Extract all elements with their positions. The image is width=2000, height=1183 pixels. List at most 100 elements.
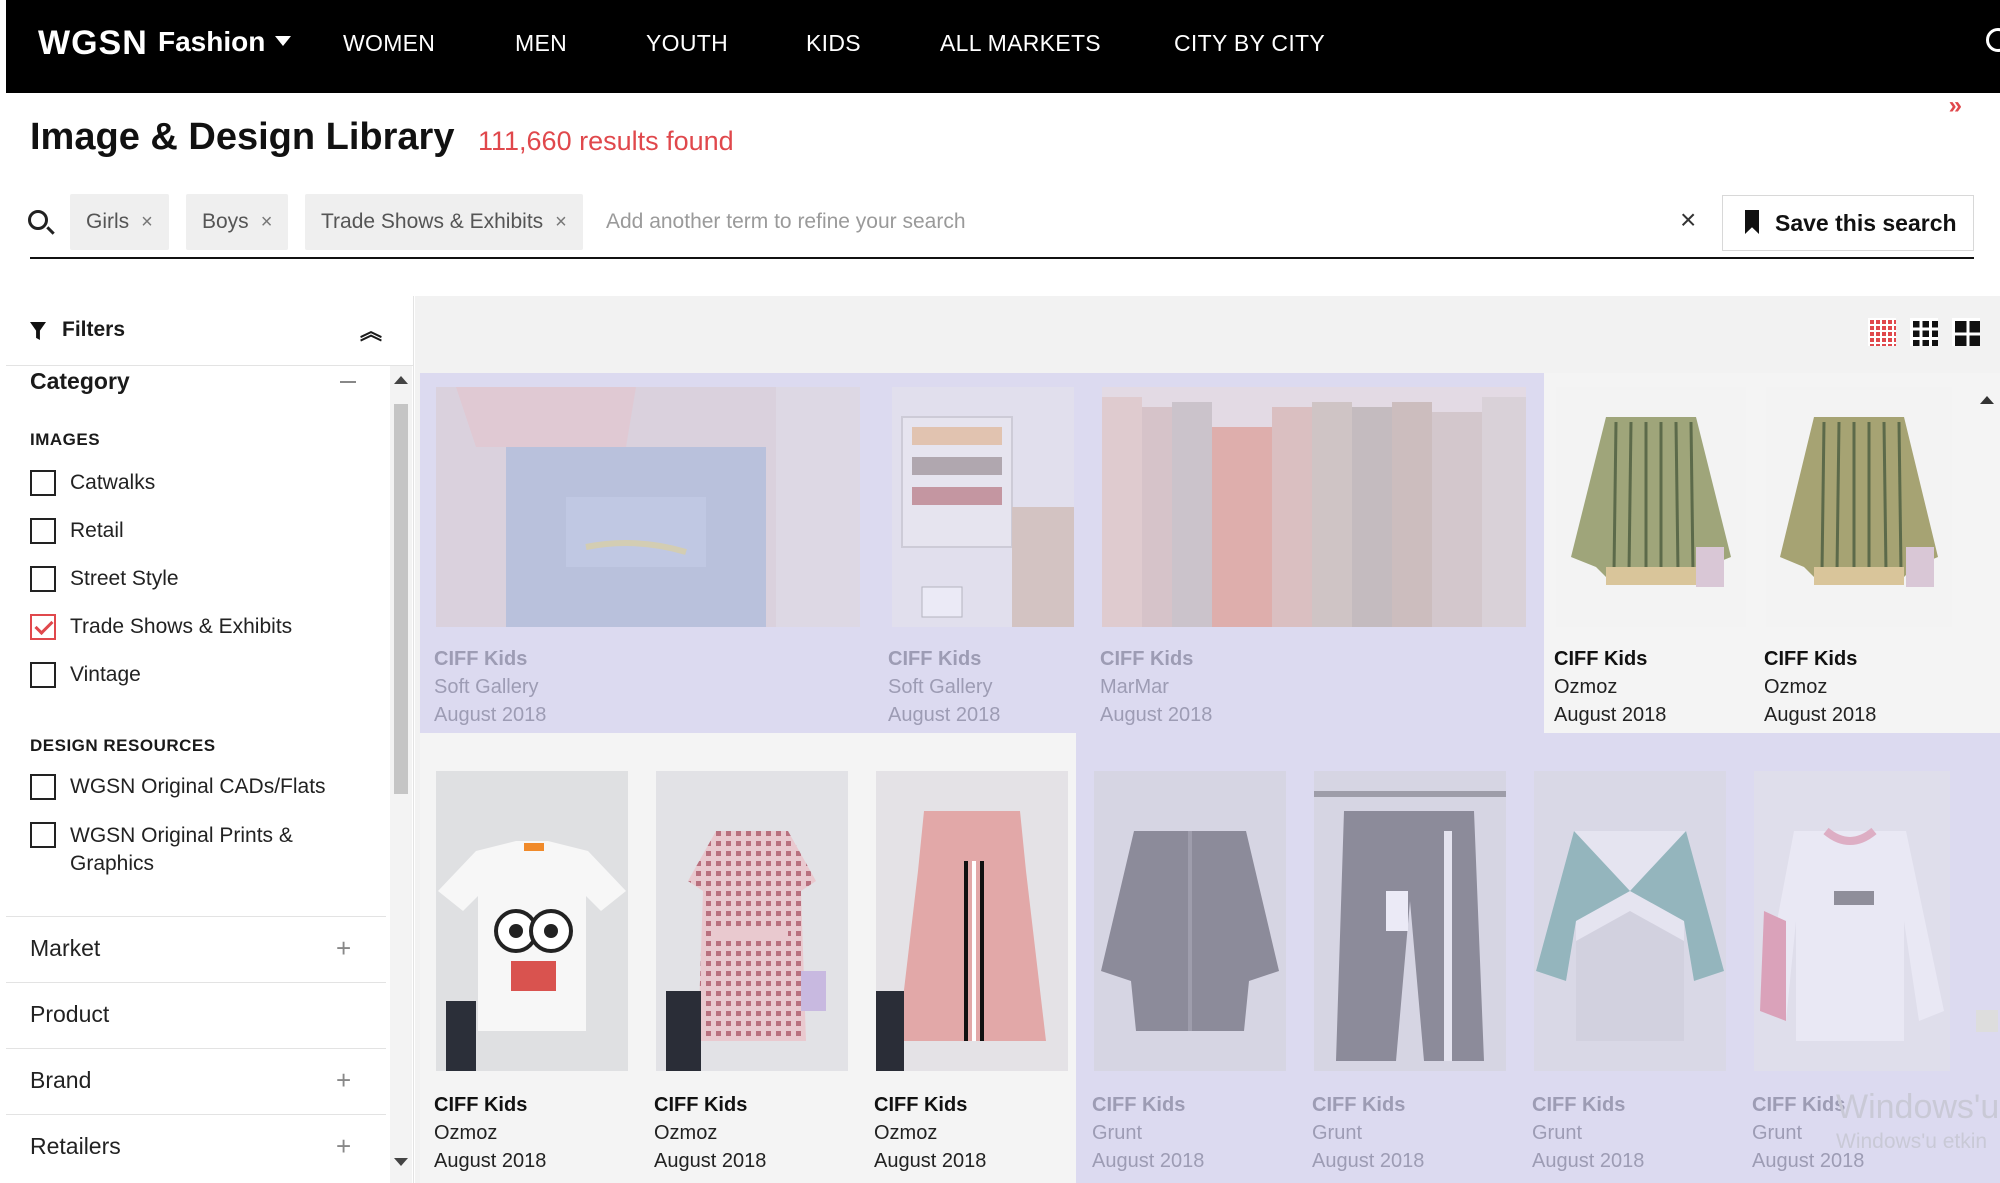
checkbox[interactable]	[30, 662, 56, 688]
result-tile[interactable]: CIFF Kids Ozmoz August 2018	[420, 733, 638, 1183]
checkbox[interactable]	[30, 822, 56, 848]
photo-display-stand	[892, 387, 1074, 627]
result-tile[interactable]: CIFF Kids Soft Gallery August 2018	[866, 373, 1074, 733]
checkbox[interactable]	[30, 470, 56, 496]
result-tile[interactable]: CIFF Kids Soft Gallery August 2018	[420, 373, 866, 733]
result-brand: Grunt	[1532, 1122, 1583, 1144]
result-date: August 2018	[1554, 704, 1667, 726]
accordion-product[interactable]: Product	[6, 982, 386, 1048]
filter-trade-shows[interactable]: Trade Shows & Exhibits	[30, 614, 292, 640]
photo-raglan-sweater	[1534, 771, 1726, 1071]
grid-scroll-up-icon[interactable]	[1980, 396, 1994, 404]
top-nav: WGSN Fashion WOMEN MEN YOUTH KIDS ALL MA…	[6, 0, 2000, 93]
result-brand: Soft Gallery	[434, 676, 539, 698]
result-tile[interactable]: CIFF Kids Ozmoz August 2018	[638, 733, 858, 1183]
expand-plus-icon[interactable]: +	[336, 933, 351, 964]
result-caption: CIFF Kids Grunt August 2018	[1312, 1091, 1424, 1175]
collapse-category-icon[interactable]	[340, 381, 356, 383]
result-tile[interactable]: CIFF Kids MarMar August 2018	[1074, 373, 1544, 733]
result-image[interactable]	[892, 387, 1074, 627]
checkbox[interactable]	[30, 774, 56, 800]
results-count: 111,660 results found	[478, 126, 734, 156]
expand-plus-icon[interactable]: +	[336, 1065, 351, 1096]
chevron-down-icon	[275, 36, 292, 46]
sidebar-scrollbar-thumb[interactable]	[394, 404, 408, 794]
remove-chip-icon[interactable]: ×	[261, 211, 273, 233]
accordion-brand[interactable]: Brand +	[6, 1048, 386, 1114]
filter-vintage[interactable]: Vintage	[30, 662, 141, 688]
result-image[interactable]	[1102, 387, 1526, 627]
clear-search-icon[interactable]: ×	[1680, 204, 1696, 236]
result-image[interactable]	[1314, 771, 1506, 1071]
scroll-down-arrow-icon[interactable]	[394, 1158, 408, 1166]
filters-header[interactable]: Filters ︽	[6, 296, 414, 366]
result-image[interactable]	[876, 771, 1068, 1071]
nav-youth[interactable]: YOUTH	[646, 30, 728, 57]
result-date: August 2018	[434, 704, 547, 726]
result-caption: CIFF Kids Grunt August 2018	[1532, 1091, 1644, 1175]
result-tile[interactable]: CIFF Kids Ozmoz August 2018	[1752, 373, 2000, 759]
nav-men[interactable]: MEN	[515, 30, 567, 57]
search-icon[interactable]	[1986, 28, 2000, 52]
result-image[interactable]	[1094, 771, 1286, 1071]
checkbox[interactable]	[30, 566, 56, 592]
result-date: August 2018	[1764, 704, 1877, 726]
grid-large-icon[interactable]	[1952, 318, 1980, 346]
collapse-up-icon[interactable]: ︽	[360, 314, 382, 346]
result-image[interactable]	[1754, 771, 1950, 1071]
remove-chip-icon[interactable]: ×	[141, 211, 153, 233]
result-tile[interactable]: CIFF Kids Grunt August 2018	[1076, 733, 1296, 1183]
save-search-button[interactable]: Save this search	[1722, 195, 1974, 251]
expand-plus-icon[interactable]: +	[336, 1131, 351, 1162]
filter-cads-flats[interactable]: WGSN Original CADs/Flats	[30, 774, 326, 800]
result-date: August 2018	[888, 704, 1001, 726]
filter-retail[interactable]: Retail	[30, 518, 124, 544]
search-chip-trade-shows[interactable]: Trade Shows & Exhibits ×	[305, 194, 583, 250]
grid-medium-icon[interactable]	[1910, 318, 1938, 346]
result-image[interactable]	[656, 771, 848, 1071]
search-chip-girls[interactable]: Girls ×	[70, 194, 169, 250]
expand-panel-icon[interactable]: »	[1949, 92, 1962, 120]
result-caption: CIFF Kids MarMar August 2018	[1100, 645, 1212, 729]
scroll-up-arrow-icon[interactable]	[394, 376, 408, 384]
filter-prints-graphics[interactable]: WGSN Original Prints & Graphics	[30, 822, 293, 878]
result-tile[interactable]: CIFF Kids Grunt August 2018	[1296, 733, 1516, 1183]
chip-label: Trade Shows & Exhibits	[321, 210, 544, 233]
grid-scrollbar-thumb[interactable]	[1976, 1010, 1998, 1032]
result-tile[interactable]: CIFF Kids Ozmoz August 2018	[1544, 373, 1752, 759]
result-image[interactable]	[1534, 771, 1726, 1071]
filter-street-style[interactable]: Street Style	[30, 566, 179, 592]
checkbox-checked[interactable]	[30, 614, 56, 640]
result-image[interactable]	[436, 771, 628, 1071]
grid-small-icon[interactable]	[1868, 318, 1896, 346]
result-image[interactable]	[1556, 387, 1746, 627]
photo-black-jacket	[1094, 771, 1286, 1071]
filters-sidebar: Filters ︽ Category IMAGES Catwalks Retai…	[6, 296, 414, 1183]
wgsn-logo[interactable]: WGSN	[38, 24, 148, 63]
filter-icon	[30, 322, 46, 340]
result-tile[interactable]: CIFF Kids Grunt August 2018	[1516, 733, 1736, 1183]
nav-kids[interactable]: KIDS	[806, 30, 861, 57]
section-label: Fashion	[158, 26, 266, 57]
accordion-market[interactable]: Market +	[6, 916, 386, 982]
result-image[interactable]	[436, 387, 860, 627]
windows-activation-watermark-sub: Windows'u etkin	[1836, 1130, 1988, 1153]
photo-clothing-rack	[1102, 387, 1526, 627]
search-input[interactable]	[606, 200, 1656, 244]
search-chip-boys[interactable]: Boys ×	[186, 194, 289, 250]
result-title: CIFF Kids	[434, 648, 528, 670]
result-title: CIFF Kids	[1100, 648, 1194, 670]
result-image[interactable]	[1766, 387, 1952, 627]
accordion-retailers[interactable]: Retailers +	[6, 1114, 386, 1180]
nav-city-by-city[interactable]: CITY BY CITY	[1174, 30, 1325, 57]
filter-catwalks[interactable]: Catwalks	[30, 470, 155, 496]
result-tile[interactable]: CIFF Kids Ozmoz August 2018	[858, 733, 1076, 1183]
checkbox[interactable]	[30, 518, 56, 544]
nav-all-markets[interactable]: ALL MARKETS	[940, 30, 1101, 57]
nav-women[interactable]: WOMEN	[343, 30, 435, 57]
category-title[interactable]: Category	[30, 368, 130, 395]
section-dropdown[interactable]: Fashion	[158, 26, 292, 58]
photo-white-longsleeve	[1754, 771, 1950, 1071]
result-caption: CIFF Kids Soft Gallery August 2018	[888, 645, 1000, 729]
remove-chip-icon[interactable]: ×	[555, 211, 567, 233]
